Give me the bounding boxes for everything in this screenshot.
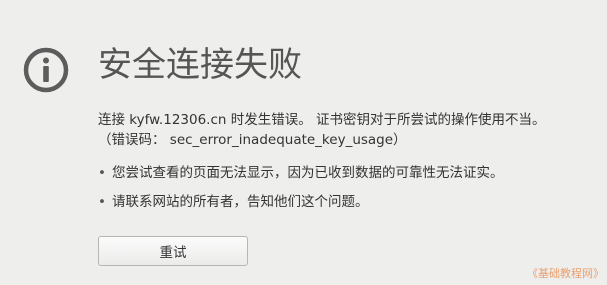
bullet-icon: • — [98, 165, 106, 181]
reason-text: 您尝试查看的页面无法显示，因为已收到数据的可靠性无法证实。 — [112, 165, 504, 181]
info-circle-icon — [23, 47, 69, 93]
reason-text: 请联系网站的所有者，告知他们这个问题。 — [112, 194, 369, 210]
reason-item: • 请联系网站的所有者，告知他们这个问题。 — [98, 192, 504, 212]
reason-list: • 您尝试查看的页面无法显示，因为已收到数据的可靠性无法证实。 • 请联系网站的… — [98, 163, 504, 221]
error-code-line: （错误码： sec_error_inadequate_key_usage） — [98, 132, 407, 148]
page-title: 安全连接失败 — [98, 45, 302, 85]
error-message: 连接 kyfw.12306.cn 时发生错误。 证书密钥对于所尝试的操作使用不当… — [98, 110, 598, 150]
retry-button[interactable]: 重试 — [98, 236, 248, 266]
bullet-icon: • — [98, 194, 106, 210]
error-message-line: 连接 kyfw.12306.cn 时发生错误。 证书密钥对于所尝试的操作使用不当… — [98, 112, 546, 128]
watermark: 《基础教程网》 — [527, 267, 604, 280]
reason-item: • 您尝试查看的页面无法显示，因为已收到数据的可靠性无法证实。 — [98, 163, 504, 183]
